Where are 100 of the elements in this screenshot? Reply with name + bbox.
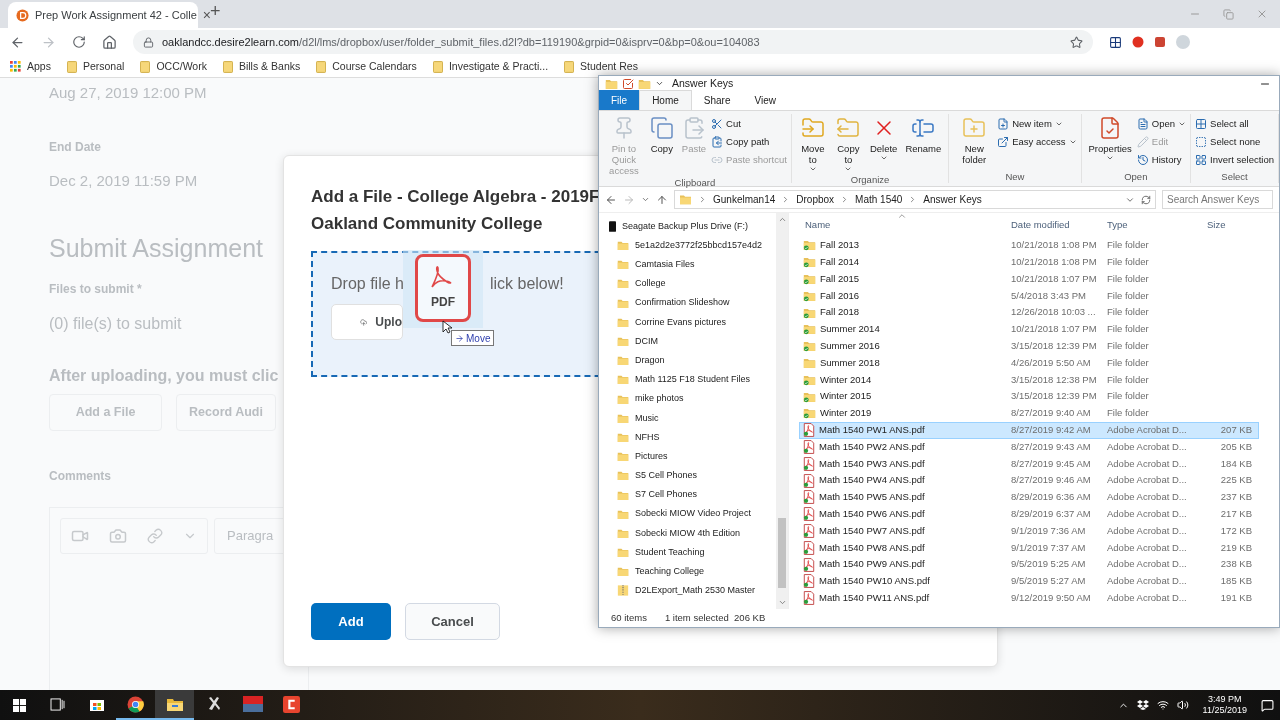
file-row[interactable]: Winter 2014 3/15/2018 12:38 PM File folder <box>799 371 1259 389</box>
column-header[interactable]: Size <box>1203 217 1253 233</box>
file-row[interactable]: Math 1540 PW2 ANS.pdf 8/27/2019 9:43 AM Adobe Acrobat D... 205 KB <box>799 438 1259 456</box>
scroll-down-icon[interactable] <box>777 598 787 607</box>
dialog-button[interactable]: Cancel <box>405 603 500 640</box>
ribbon-button[interactable]: Open <box>1136 116 1187 132</box>
bookmark-star-icon[interactable] <box>1070 35 1083 49</box>
notifications-icon[interactable] <box>1261 698 1274 712</box>
file-row[interactable]: Summer 2014 10/21/2018 1:07 PM File folder <box>799 321 1259 338</box>
bookmark[interactable]: Bills & Banks <box>222 58 301 75</box>
back-icon[interactable] <box>605 193 617 206</box>
file-row[interactable]: Fall 2013 10/21/2018 1:08 PM File folder <box>799 237 1259 254</box>
breadcrumb[interactable]: Answer Keys <box>923 192 982 207</box>
scroll-up-icon[interactable] <box>777 215 787 224</box>
back-icon[interactable] <box>10 34 25 50</box>
file-row[interactable]: Math 1540 PW11 ANS.pdf 9/12/2019 9:50 AM Adobe Acrobat D... 191 KB <box>799 589 1259 607</box>
column-header[interactable]: Type <box>1103 217 1203 233</box>
file-row[interactable]: Fall 2016 5/4/2018 3:43 PM File folder <box>799 287 1259 305</box>
address-bar[interactable]: Gunkelman14 Dropbox Math 1540 Answer Keys <box>674 190 1156 209</box>
ribbon-button[interactable]: Delete <box>866 114 901 162</box>
extension-icon[interactable] <box>1109 35 1122 49</box>
dialog-button[interactable]: Add <box>311 603 391 640</box>
ribbon-button[interactable]: Rename <box>902 114 945 154</box>
ribbon-tab[interactable]: File <box>599 90 640 110</box>
ribbon-tab[interactable]: Share <box>691 90 743 110</box>
nav-item[interactable]: Pictures <box>609 447 668 467</box>
file-row[interactable]: Fall 2014 10/21/2018 1:08 PM File folder <box>799 253 1259 271</box>
nav-item[interactable]: Student Teaching <box>609 543 705 563</box>
upload-button[interactable]: Uplo <box>331 304 403 340</box>
nav-item[interactable]: Music <box>609 408 659 428</box>
file-row[interactable]: Math 1540 PW9 ANS.pdf 9/5/2019 5:25 AM Adobe Acrobat D... 238 KB <box>799 556 1259 573</box>
scroll-thumb[interactable] <box>778 518 786 588</box>
file-row[interactable]: Math 1540 PW5 ANS.pdf 8/29/2019 6:36 AM Adobe Acrobat D... 237 KB <box>799 488 1259 506</box>
refresh-icon[interactable] <box>1141 194 1151 205</box>
reload-icon[interactable] <box>72 35 86 49</box>
ribbon-button[interactable]: Select all <box>1195 116 1274 132</box>
ribbon-button[interactable]: Properties <box>1085 114 1135 162</box>
ribbon-button[interactable]: Copy <box>646 114 677 154</box>
ribbon-tab[interactable]: Home <box>639 90 692 110</box>
file-row[interactable]: Winter 2019 8/27/2019 9:40 AM File folder <box>799 404 1259 422</box>
tab-close[interactable]: × <box>202 4 211 26</box>
search-field[interactable]: Search Answer Keys <box>1162 190 1273 209</box>
file-row[interactable]: Math 1540 PW6 ANS.pdf 8/29/2019 6:37 AM Adobe Acrobat D... 217 KB <box>799 505 1259 523</box>
nav-item[interactable]: Sobecki MIOW 4th Edition <box>609 523 741 543</box>
nav-item[interactable]: Sobecki MIOW Video Project <box>609 504 751 524</box>
file-row[interactable]: Fall 2015 10/21/2018 1:07 PM File folder <box>799 270 1259 288</box>
file-row[interactable]: Math 1540 PW3 ANS.pdf 8/27/2019 9:45 AM Adobe Acrobat D... 184 KB <box>799 455 1259 473</box>
file-row[interactable]: Math 1540 PW8 ANS.pdf 9/1/2019 7:37 AM Adobe Acrobat D... 219 KB <box>799 539 1259 557</box>
ribbon-tab[interactable]: View <box>742 90 788 110</box>
bookmark[interactable]: Investigate & Practi... <box>432 58 549 75</box>
nav-item[interactable]: S7 Cell Phones <box>609 485 698 505</box>
ribbon-button[interactable]: Easy access <box>997 134 1077 150</box>
bookmark[interactable]: Apps <box>10 58 51 75</box>
scrollbar[interactable] <box>776 213 788 609</box>
network-icon[interactable] <box>1156 699 1169 711</box>
home-icon[interactable] <box>102 34 117 50</box>
file-row[interactable]: Winter 2015 3/15/2018 12:39 PM File folder <box>799 388 1259 405</box>
extension-icon[interactable] <box>1132 36 1144 48</box>
file-row[interactable]: Math 1540 PW7 ANS.pdf 9/1/2019 7:36 AM Adobe Acrobat D... 172 KB <box>799 522 1259 540</box>
bookmark[interactable]: Course Calendars <box>316 58 417 75</box>
nav-item[interactable]: S5 Cell Phones <box>609 466 698 486</box>
nav-item[interactable]: NFHS <box>609 427 660 448</box>
ribbon-button[interactable]: Cut <box>711 116 787 132</box>
file-date: 9/12/2019 9:50 AM <box>1010 591 1092 605</box>
ribbon-button[interactable]: Select none <box>1195 134 1274 150</box>
ribbon-button[interactable]: Copy to <box>831 114 865 173</box>
nav-item[interactable]: Seagate Backup Plus Drive (F:) <box>609 217 749 236</box>
ribbon-button[interactable]: Copy path <box>711 134 787 150</box>
file-row[interactable]: Summer 2016 3/15/2018 12:39 PM File folder <box>799 337 1259 355</box>
ribbon-button[interactable]: New item <box>997 116 1077 132</box>
bookmark[interactable]: OCC/Work <box>140 58 207 75</box>
breadcrumb[interactable]: Math 1540 <box>855 192 903 207</box>
nav-item[interactable]: D2LExport_Math 2530 Master <box>609 581 756 601</box>
volume-icon[interactable] <box>1176 699 1189 711</box>
file-row[interactable]: Math 1540 PW4 ANS.pdf 8/27/2019 9:46 AM Adobe Acrobat D... 225 KB <box>799 472 1259 489</box>
ribbon-button[interactable]: Invert selection <box>1195 152 1274 168</box>
ribbon-button[interactable]: New folder <box>953 114 996 165</box>
nav-item[interactable]: Teaching College <box>609 562 705 582</box>
breadcrumb[interactable]: Gunkelman14 <box>713 192 776 207</box>
breadcrumb[interactable]: Dropbox <box>796 192 835 207</box>
address-bar[interactable]: oaklandcc.desire2learn.com/d2l/lms/dropbox/user/folder_submit_files.d2l?db=119190&grpid=0&isprv=0&bp=0&ou=104083 <box>133 30 1093 54</box>
bookmark[interactable]: Personal <box>66 58 125 75</box>
ribbon-button[interactable]: Move to <box>795 114 830 173</box>
recent-locations-icon[interactable] <box>641 195 650 204</box>
up-icon[interactable] <box>656 193 668 206</box>
column-header[interactable]: Name <box>799 217 1007 233</box>
customize-icon[interactable] <box>655 79 664 88</box>
file-row[interactable]: Math 1540 PW10 ANS.pdf 9/5/2019 5:27 AM Adobe Acrobat D... 185 KB <box>799 572 1259 590</box>
column-header[interactable]: Date modified <box>1007 217 1103 233</box>
new-tab-button[interactable]: + <box>210 0 221 25</box>
nav-item[interactable]: mike photos <box>609 389 684 409</box>
file-row[interactable]: Fall 2018 12/26/2018 10:03 ... File folder <box>799 304 1259 321</box>
taskbar-button[interactable] <box>155 690 194 720</box>
file-row[interactable]: Math 1540 PW1 ANS.pdf 8/27/2019 9:42 AM Adobe Acrobat D... 207 KB <box>799 421 1259 439</box>
file-row[interactable]: Summer 2018 4/26/2019 5:50 AM File folder <box>799 354 1259 372</box>
dropbox-icon[interactable] <box>1136 700 1149 710</box>
ribbon-button[interactable]: History <box>1136 152 1187 168</box>
bookmark[interactable]: Student Res <box>564 58 638 75</box>
properties-icon[interactable] <box>622 77 634 90</box>
extension-icon[interactable] <box>1154 36 1166 48</box>
